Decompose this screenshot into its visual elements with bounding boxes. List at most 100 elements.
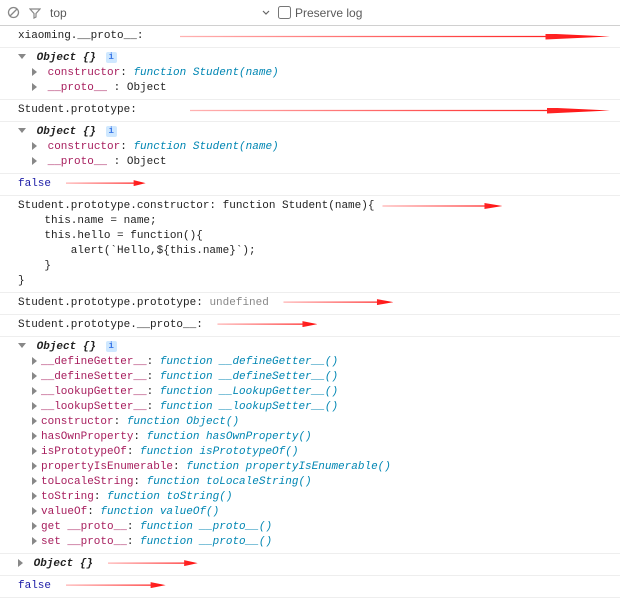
log-text: Student.prototype.prototype:: [18, 297, 209, 309]
preserve-log-checkbox[interactable]: [278, 6, 291, 19]
caret-right-icon: [32, 432, 37, 440]
log-line: false: [0, 174, 620, 196]
prop-key: __proto__: [48, 156, 107, 168]
annotation-arrow: [108, 560, 198, 566]
caret-right-icon: [32, 537, 37, 545]
prop-value: function Student(name): [133, 141, 278, 153]
prop-key: propertyIsEnumerable: [41, 461, 173, 473]
object-property[interactable]: toLocaleString: function toLocaleString(…: [18, 475, 616, 490]
caret-right-icon: [32, 402, 37, 410]
prop-key: constructor: [48, 141, 121, 153]
prop-value: function __LookupGetter__(): [160, 386, 338, 398]
prop-value: function __defineGetter__(): [160, 356, 338, 368]
log-value: false: [18, 580, 51, 592]
caret-right-icon: [32, 372, 37, 380]
object-property[interactable]: hasOwnProperty: function hasOwnProperty(…: [18, 430, 616, 445]
annotation-arrow: [66, 180, 146, 186]
prop-key: constructor: [41, 416, 114, 428]
caret-right-icon: [32, 507, 37, 515]
prop-value: : Object: [114, 156, 167, 168]
console-output: xiaoming.__proto__: Object {} i construc…: [0, 26, 620, 598]
log-line: Student.prototype.prototype: undefined: [0, 293, 620, 315]
object-property[interactable]: isPrototypeOf: function isPrototypeOf(): [18, 445, 616, 460]
object-label: Object {}: [34, 558, 93, 570]
caret-down-icon: [18, 54, 26, 59]
prop-key: get __proto__: [41, 521, 127, 533]
code-block: Student.prototype.constructor: function …: [18, 199, 374, 289]
prop-key: __proto__: [48, 82, 107, 94]
object-property[interactable]: __proto__ : Object: [18, 81, 616, 96]
caret-right-icon: [32, 462, 37, 470]
info-icon[interactable]: i: [106, 126, 117, 137]
prop-key: toLocaleString: [41, 476, 133, 488]
caret-right-icon: [32, 142, 37, 150]
prop-value: function valueOf(): [100, 506, 219, 518]
log-line: Object {}: [0, 554, 620, 576]
object-property[interactable]: constructor: function Student(name): [18, 140, 616, 155]
prop-key: toString: [41, 491, 94, 503]
object-property[interactable]: __lookupGetter__: function __LookupGette…: [18, 385, 616, 400]
caret-right-icon: [32, 357, 37, 365]
log-line: Student.prototype.__proto__:: [0, 315, 620, 337]
object-property[interactable]: __proto__ : Object: [18, 155, 616, 170]
preserve-log-label: Preserve log: [295, 6, 362, 20]
log-line: xiaoming.__proto__:: [0, 26, 620, 48]
prop-value: function Student(name): [133, 67, 278, 79]
prop-value: function __defineSetter__(): [160, 371, 338, 383]
object-property[interactable]: set __proto__: function __proto__(): [18, 535, 616, 550]
object-property[interactable]: toString: function toString(): [18, 490, 616, 505]
object-header[interactable]: Object {} i: [18, 340, 616, 355]
info-icon[interactable]: i: [106, 341, 117, 352]
annotation-arrow: [66, 582, 166, 588]
log-line: false: [0, 576, 620, 598]
log-text: xiaoming.__proto__:: [18, 30, 143, 42]
caret-right-icon[interactable]: [18, 559, 23, 567]
object-property[interactable]: __defineSetter__: function __defineSette…: [18, 370, 616, 385]
chevron-down-icon: [262, 6, 270, 20]
prop-key: __lookupSetter__: [41, 401, 147, 413]
info-icon[interactable]: i: [106, 52, 117, 63]
object-property[interactable]: propertyIsEnumerable: function propertyI…: [18, 460, 616, 475]
filter-icon[interactable]: [28, 6, 42, 20]
clear-icon[interactable]: [6, 6, 20, 20]
object-property[interactable]: __lookupSetter__: function __lookupSette…: [18, 400, 616, 415]
caret-right-icon: [32, 522, 37, 530]
prop-key: __defineGetter__: [41, 356, 147, 368]
caret-right-icon: [32, 68, 37, 76]
preserve-log-toggle[interactable]: Preserve log: [278, 6, 362, 20]
prop-value: : Object: [114, 82, 167, 94]
prop-key: __defineSetter__: [41, 371, 147, 383]
object-property[interactable]: valueOf: function valueOf(): [18, 505, 616, 520]
prop-value: function __proto__(): [140, 521, 272, 533]
prop-key: valueOf: [41, 506, 87, 518]
object-property[interactable]: constructor: function Student(name): [18, 66, 616, 81]
object-property[interactable]: constructor: function Object(): [18, 415, 616, 430]
prop-value: function Object(): [127, 416, 239, 428]
annotation-arrow: [217, 321, 317, 327]
prop-key: hasOwnProperty: [41, 431, 133, 443]
prop-value: function propertyIsEnumerable(): [186, 461, 391, 473]
context-selector[interactable]: top: [50, 6, 270, 20]
caret-right-icon: [32, 417, 37, 425]
prop-key: set __proto__: [41, 536, 127, 548]
caret-right-icon: [32, 477, 37, 485]
context-label: top: [50, 6, 67, 20]
object-block: Object {} i constructor: function Studen…: [0, 122, 620, 174]
prop-key: constructor: [48, 67, 121, 79]
prop-value: function hasOwnProperty(): [147, 431, 312, 443]
object-header[interactable]: Object {} i: [18, 125, 616, 140]
prop-value: function isPrototypeOf(): [140, 446, 298, 458]
object-property[interactable]: get __proto__: function __proto__(): [18, 520, 616, 535]
prop-value: function __lookupSetter__(): [160, 401, 338, 413]
log-value: undefined: [209, 297, 268, 309]
caret-right-icon: [32, 83, 37, 91]
caret-right-icon: [32, 387, 37, 395]
prop-key: __lookupGetter__: [41, 386, 147, 398]
object-header[interactable]: Object {} i: [18, 51, 616, 66]
prop-key: isPrototypeOf: [41, 446, 127, 458]
object-label: Object {}: [37, 126, 96, 138]
object-block: Object {} i constructor: function Studen…: [0, 48, 620, 100]
object-property[interactable]: __defineGetter__: function __defineGette…: [18, 355, 616, 370]
caret-right-icon: [32, 447, 37, 455]
prop-value: function toString(): [107, 491, 232, 503]
